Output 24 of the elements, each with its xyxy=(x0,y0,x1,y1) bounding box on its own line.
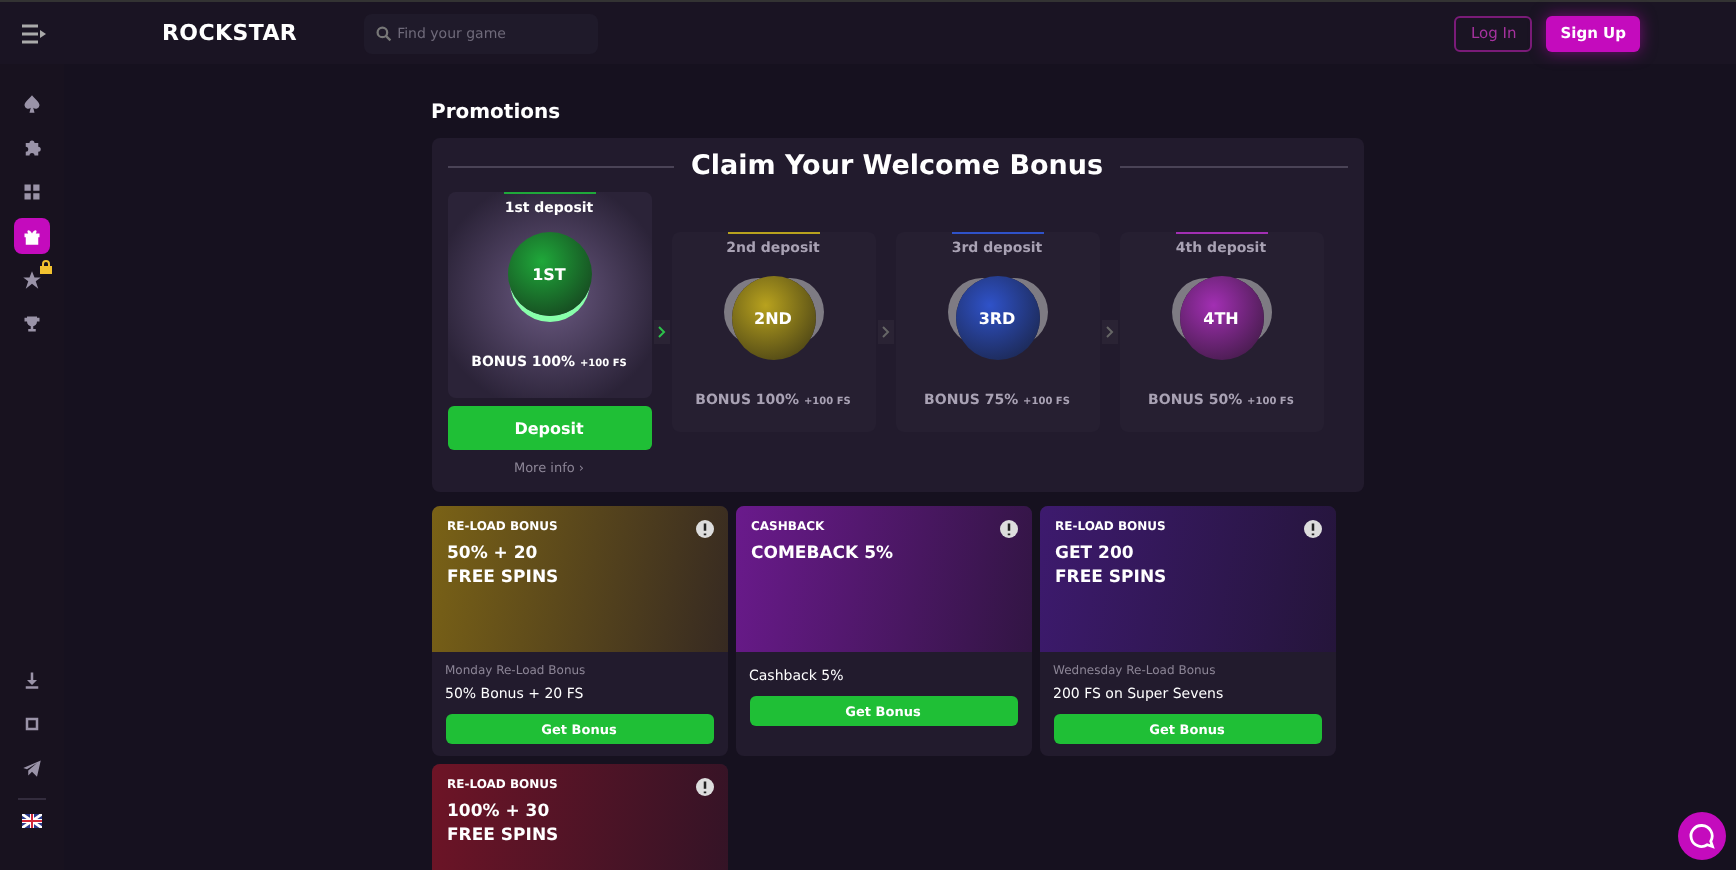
chevron-icon xyxy=(657,326,665,338)
gift-icon[interactable] xyxy=(14,218,50,254)
rank-label: 1ST xyxy=(532,265,566,283)
info-icon[interactable] xyxy=(1303,520,1321,538)
info-icon[interactable] xyxy=(695,520,713,538)
promo-headline: COMEBACK 5% xyxy=(751,542,896,566)
info-icon[interactable] xyxy=(695,778,713,796)
promo-headline: 50% + 20 FREE SPINS xyxy=(447,542,561,590)
promo-headline: GET 200 FREE SPINS xyxy=(1055,542,1169,590)
welcome-title: Claim Your Welcome Bonus xyxy=(690,150,1104,182)
page-title: Promotions xyxy=(431,102,563,124)
rank-label: 2ND xyxy=(754,309,792,327)
rank-label: 3RD xyxy=(978,309,1016,327)
deposit-button[interactable]: Deposit xyxy=(447,406,651,450)
promo-headline: 100% + 30 FREE SPINS xyxy=(447,800,561,848)
chevron-icon xyxy=(1105,326,1113,338)
chevron-icon xyxy=(881,326,889,338)
flag-icon[interactable] xyxy=(22,814,42,828)
rank-label: 4TH xyxy=(1203,309,1239,327)
menu-icon[interactable] xyxy=(22,23,46,43)
info-icon[interactable] xyxy=(999,520,1017,538)
search-icon xyxy=(375,25,392,41)
logo[interactable]: ROCKSTAR xyxy=(162,20,298,46)
chat-icon[interactable] xyxy=(1678,812,1726,860)
